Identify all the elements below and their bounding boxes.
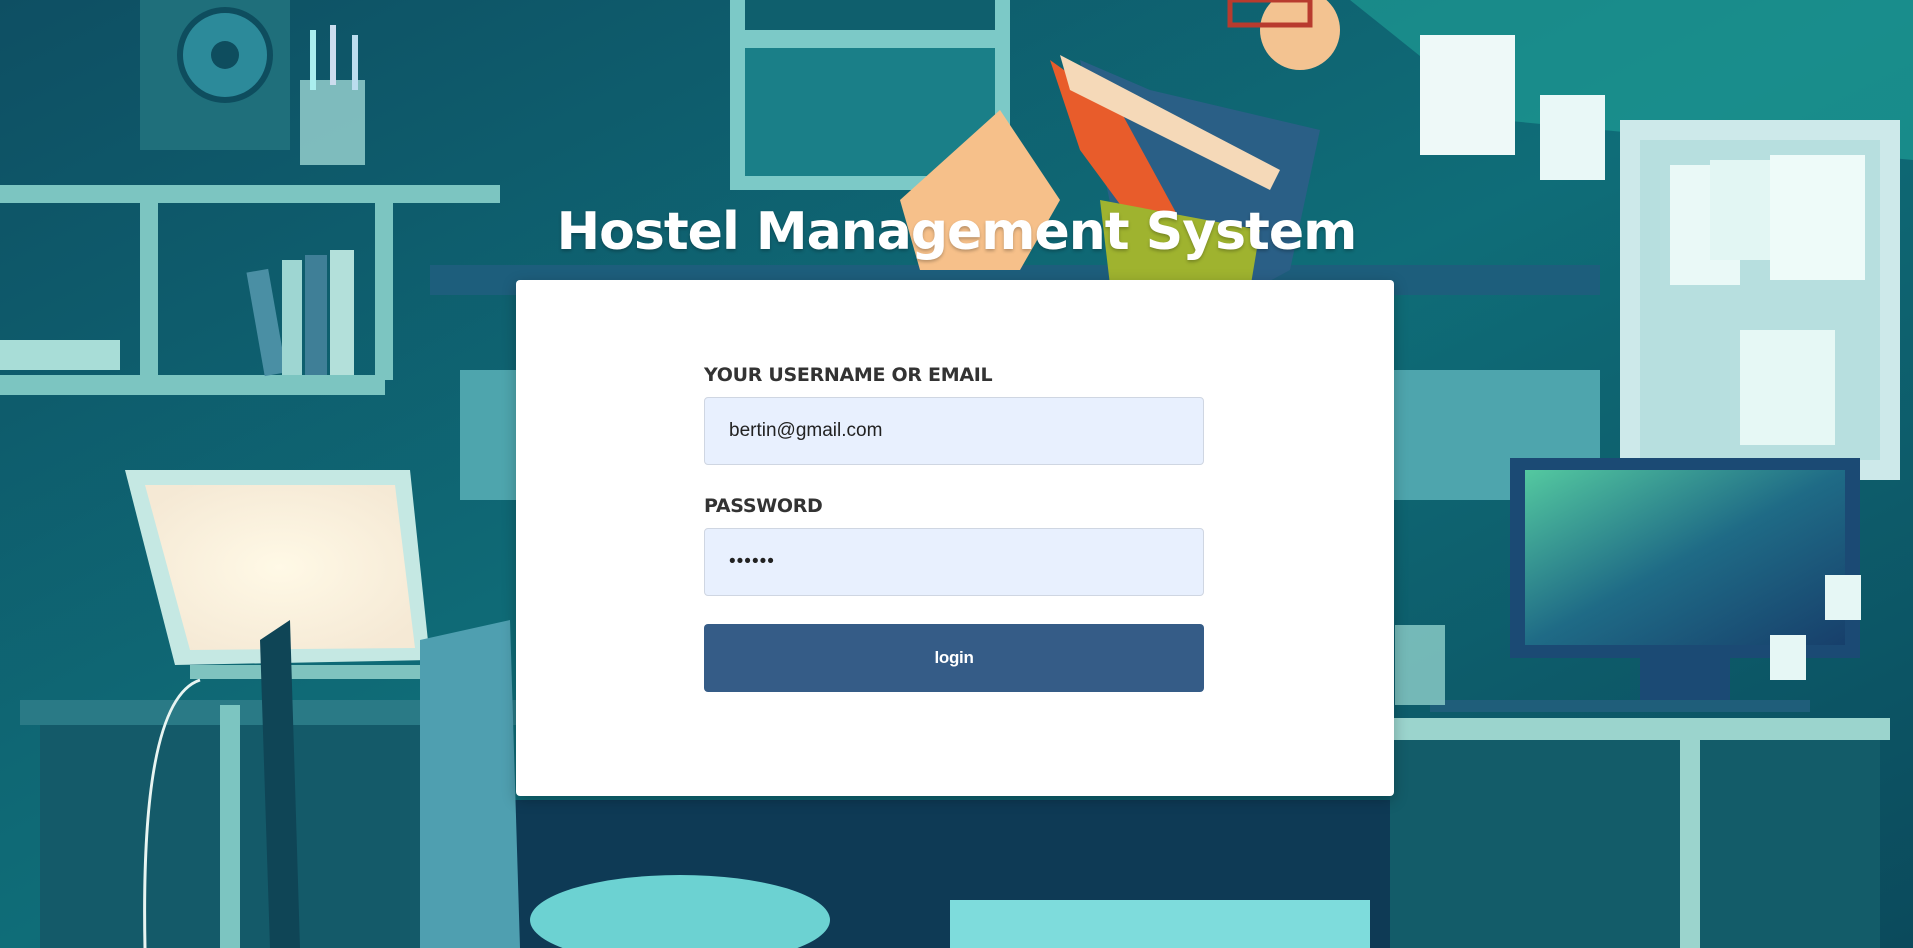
password-input[interactable]	[704, 528, 1204, 596]
username-input[interactable]	[704, 397, 1204, 465]
username-label: YOUR USERNAME OR EMAIL	[704, 364, 993, 386]
password-label: PASSWORD	[704, 495, 823, 517]
login-button[interactable]: login	[704, 624, 1204, 692]
page-title: Hostel Management System	[556, 202, 1358, 262]
login-card: YOUR USERNAME OR EMAIL PASSWORD login	[516, 280, 1394, 796]
